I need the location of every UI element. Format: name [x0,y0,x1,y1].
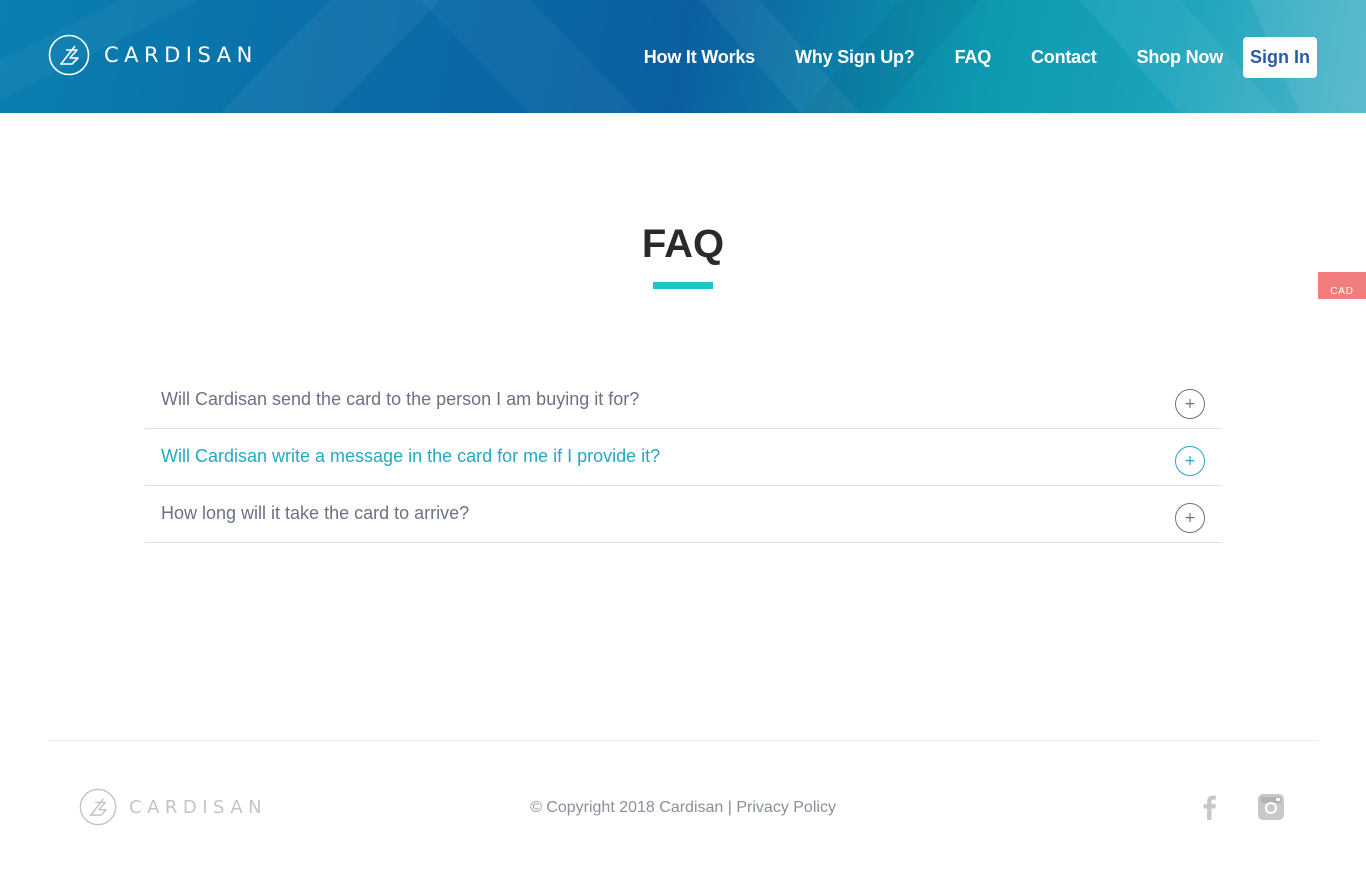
faq-item-active[interactable]: Will Cardisan write a message in the car… [145,429,1222,486]
footer-copyright: © Copyright 2018 Cardisan | Privacy Poli… [0,799,1366,817]
faq-question[interactable]: Will Cardisan send the card to the perso… [161,389,639,410]
footer-divider [48,740,1318,741]
nav-faq[interactable]: FAQ [955,47,992,68]
nav-why-sign-up[interactable]: Why Sign Up? [795,47,915,68]
logo-wordmark: CARDISAN [104,43,258,67]
cardisan-logo-icon [48,34,90,76]
page-title: FAQ [641,222,725,266]
expand-plus-icon[interactable]: + [1175,389,1205,419]
faq-item[interactable]: Will Cardisan send the card to the perso… [145,372,1222,429]
facebook-icon[interactable] [1199,794,1221,820]
faq-list: Will Cardisan send the card to the perso… [145,372,1222,543]
site-header: CARDISAN How It Works Why Sign Up? FAQ C… [0,0,1366,113]
faq-question[interactable]: How long will it take the card to arrive… [161,503,469,524]
currency-selector-tab[interactable]: CAD [1318,272,1366,299]
site-logo[interactable]: CARDISAN [48,34,258,76]
nav-how-it-works[interactable]: How It Works [644,47,755,68]
copyright-text: © Copyright 2018 Cardisan [530,799,724,816]
faq-question[interactable]: Will Cardisan write a message in the car… [161,446,660,467]
instagram-icon[interactable] [1258,794,1284,820]
expand-plus-icon[interactable]: + [1175,503,1205,533]
expand-plus-icon[interactable]: + [1175,446,1205,476]
nav-shop-now[interactable]: Shop Now [1137,47,1224,68]
footer-separator: | [727,799,732,816]
privacy-policy-link[interactable]: Privacy Policy [736,799,836,816]
title-underline [653,282,713,289]
nav-contact[interactable]: Contact [1031,47,1097,68]
faq-item[interactable]: How long will it take the card to arrive… [145,486,1222,543]
sign-in-button[interactable]: Sign In [1243,37,1317,78]
main-nav: How It Works Why Sign Up? FAQ Contact Sh… [644,37,1317,78]
